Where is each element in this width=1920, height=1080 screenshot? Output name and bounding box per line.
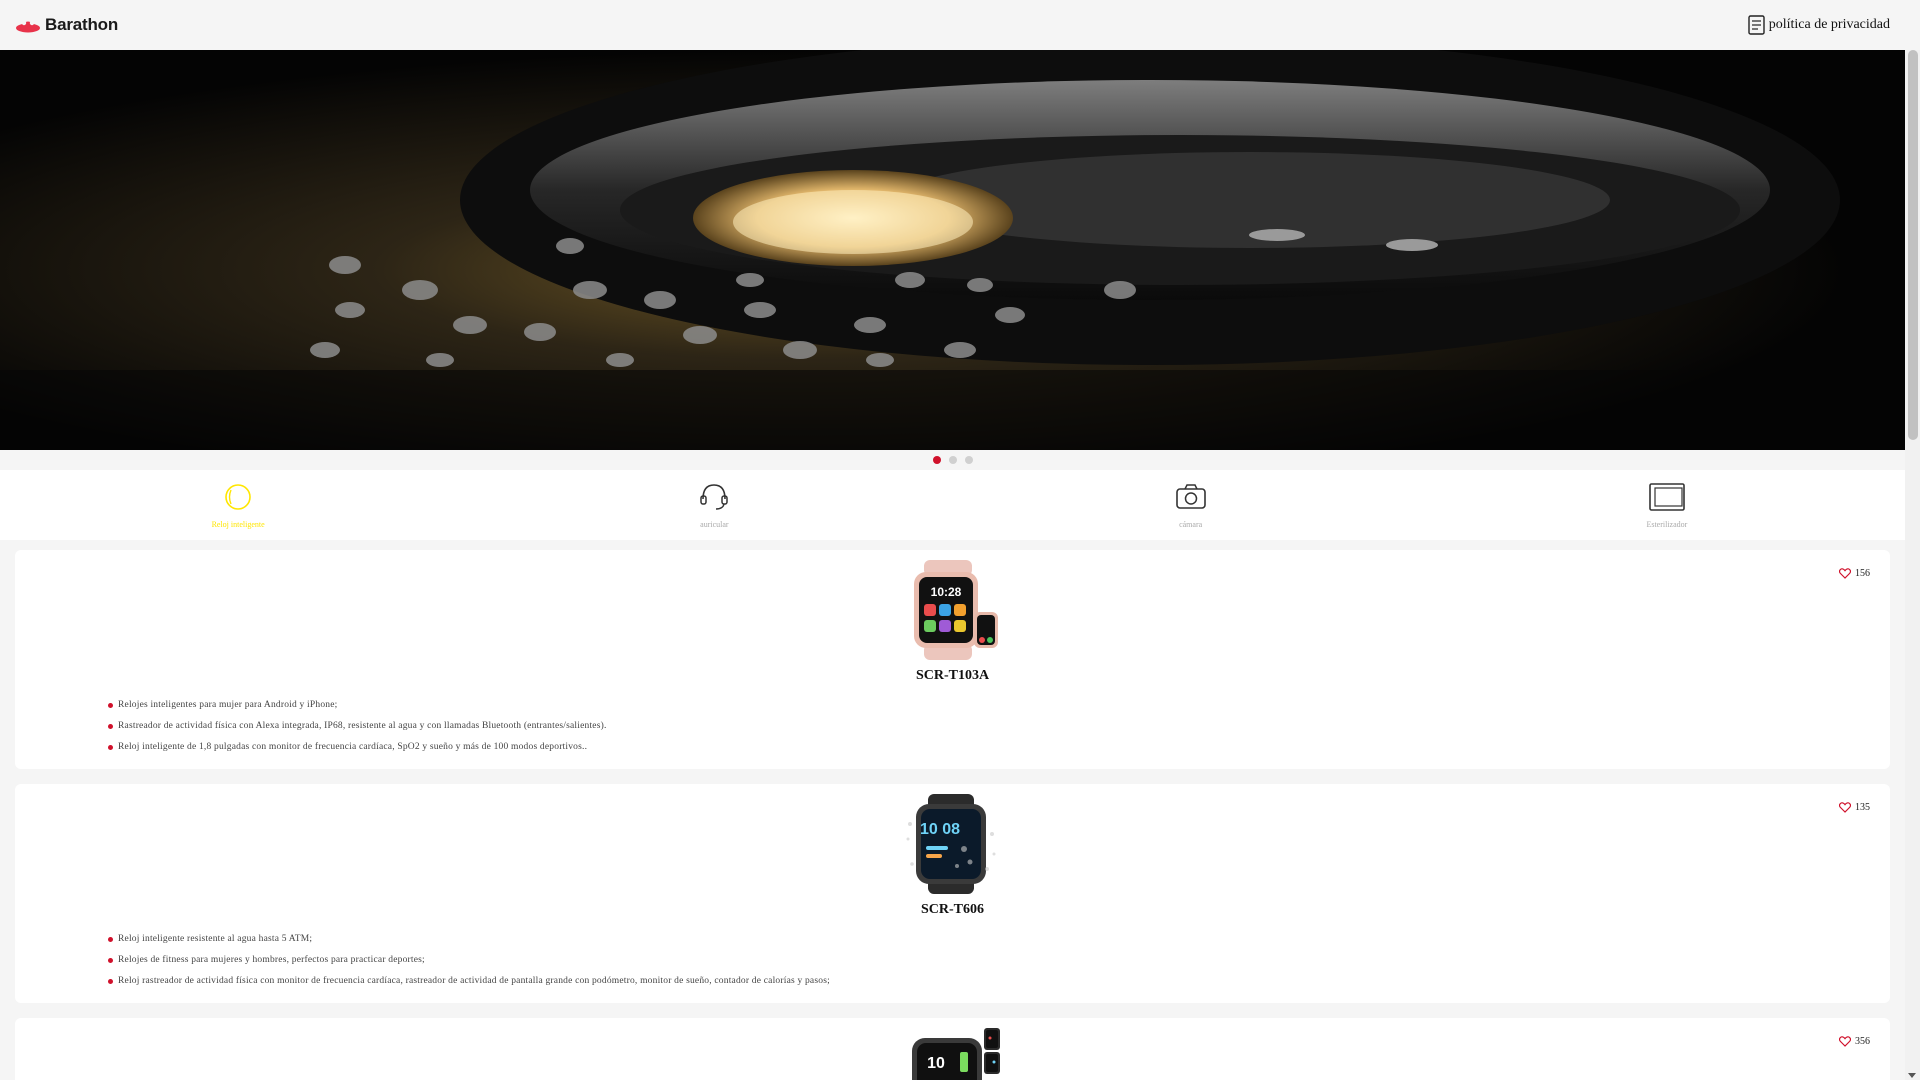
brand-name: Barathon [45,15,119,34]
category-smartwatch[interactable]: Reloj inteligente [0,470,476,540]
feature-item: Reloj inteligente de 1,8 pulgadas con mo… [108,737,607,758]
carousel-dot-1[interactable] [932,456,941,464]
watch-face-time: 10 08 [920,821,960,838]
category-camera[interactable]: cámara [953,470,1429,540]
hero-image [0,50,1905,450]
category-label: Esterilizador [1646,520,1688,529]
heart-icon [1839,802,1851,813]
product-name[interactable]: SCR-T103A [15,668,1890,684]
headset-icon [700,484,729,510]
smartwatch-icon [225,484,251,510]
feature-list: Reloj inteligente resistente al agua has… [108,929,830,992]
hero-banner[interactable] [0,50,1905,450]
product-card[interactable]: 10 356 [15,1018,1890,1080]
document-icon [1748,15,1765,35]
product-image: 10:28 [914,560,998,660]
product-image: 10 08 [906,794,996,894]
like-button[interactable]: 135 [1839,802,1870,813]
heart-icon [1839,568,1851,579]
carousel-dot-3[interactable] [964,456,973,464]
category-label: Reloj inteligente [211,520,265,529]
watch-face-time: 10:28 [931,585,962,599]
brand-logo[interactable]: Barathon [15,15,118,35]
category-headphones[interactable]: auricular [476,470,952,540]
scroll-down-arrow-icon[interactable] [1908,1073,1916,1078]
feature-item: Relojes de fitness para mujeres y hombre… [108,950,830,971]
privacy-policy-link[interactable]: política de privacidad [1748,15,1890,35]
category-label: auricular [700,520,729,529]
privacy-policy-label: política de privacidad [1768,17,1890,32]
like-count: 135 [1855,802,1870,813]
like-count: 156 [1855,568,1870,579]
feature-item: Rastreador de actividad física con Alexa… [108,716,607,737]
category-nav: Reloj inteligente auricular cámara Ester… [0,470,1905,540]
feature-item: Relojes inteligentes para mujer para And… [108,695,607,716]
category-label: cámara [1179,520,1203,529]
feature-item: Reloj rastreador de actividad física con… [108,971,830,992]
category-sterilizer[interactable]: Esterilizador [1429,470,1905,540]
top-header: Barathon política de privacidad [0,0,1905,50]
carousel-dot-2[interactable] [948,456,957,464]
heart-icon [1839,1036,1851,1047]
product-name[interactable]: SCR-T606 [15,902,1890,918]
like-button[interactable]: 356 [1839,1036,1870,1047]
scrollbar-thumb[interactable] [1908,50,1918,440]
carousel-indicators [0,450,1905,470]
watch-face-time: 10 [927,1055,945,1072]
product-image: 10 [912,1028,1000,1080]
product-card[interactable]: 10 08 SCR-T606 135 Reloj inteligente res… [15,784,1890,1003]
camera-icon [1175,484,1206,509]
product-card[interactable]: 10:28 SCR-T103A 156 Relojes inteligentes… [15,550,1890,769]
brand-logo-icon [16,20,40,33]
page-scrollbar[interactable] [1905,50,1920,1080]
like-count: 356 [1855,1036,1870,1047]
feature-list: Relojes inteligentes para mujer para And… [108,695,607,758]
feature-item: Reloj inteligente resistente al agua has… [108,929,830,950]
tablet-icon [1649,483,1685,511]
like-button[interactable]: 156 [1839,568,1870,579]
